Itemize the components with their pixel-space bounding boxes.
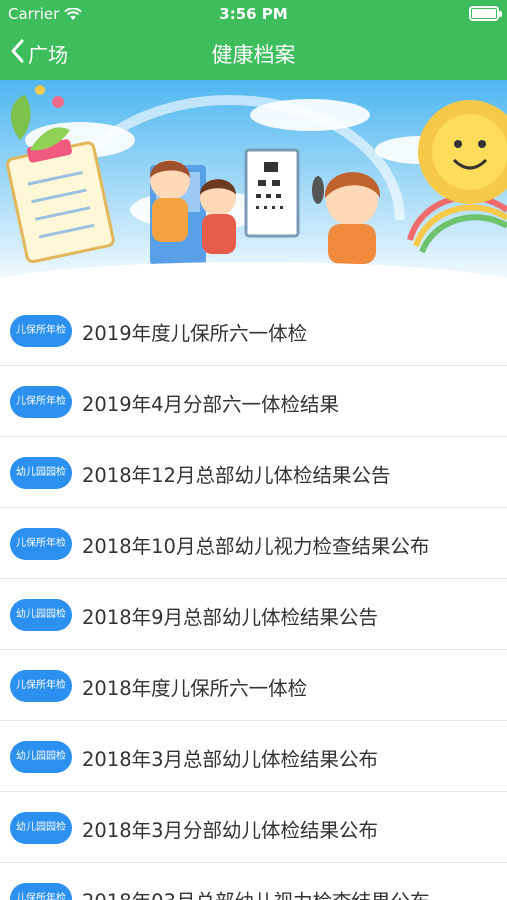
category-badge: 幼儿园园检: [10, 741, 72, 773]
record-title: 2018年03月总部幼儿视力检查结果公布: [82, 885, 429, 900]
list-item[interactable]: 幼儿园园检 2018年9月总部幼儿体检结果公告: [0, 579, 507, 650]
list-item[interactable]: 儿保所年检 2019年度儿保所六一体检: [0, 295, 507, 366]
record-title: 2018年12月总部幼儿体检结果公告: [82, 464, 391, 487]
category-badge: 幼儿园园检: [10, 457, 72, 489]
category-badge: 儿保所年检: [10, 883, 72, 900]
record-title: 2018年9月总部幼儿体检结果公告: [82, 606, 379, 629]
category-badge: 儿保所年检: [10, 528, 72, 560]
record-title: 2018年10月总部幼儿视力检查结果公布: [82, 535, 430, 558]
record-title: 2018年3月分部幼儿体检结果公布: [82, 819, 379, 842]
record-title: 2019年4月分部六一体检结果: [82, 393, 340, 416]
list-item[interactable]: 儿保所年检 2019年4月分部六一体检结果: [0, 366, 507, 437]
category-badge: 儿保所年检: [10, 670, 72, 702]
list-item[interactable]: 儿保所年检 2018年10月总部幼儿视力检查结果公布: [0, 508, 507, 579]
banner-illustration: [0, 80, 507, 295]
category-badge: 幼儿园园检: [10, 812, 72, 844]
status-bar: Carrier 3:56 PM: [0, 0, 507, 28]
record-title: 2018年3月总部幼儿体检结果公布: [82, 748, 379, 771]
record-list: 儿保所年检 2019年度儿保所六一体检 儿保所年检 2019年4月分部六一体检结…: [0, 295, 507, 900]
app-header: Carrier 3:56 PM 广场 健康档案: [0, 0, 507, 80]
record-title: 2018年度儿保所六一体检: [82, 677, 308, 700]
list-item[interactable]: 幼儿园园检 2018年3月总部幼儿体检结果公布: [0, 721, 507, 792]
category-badge: 儿保所年检: [10, 386, 72, 418]
list-item[interactable]: 幼儿园园检 2018年12月总部幼儿体检结果公告: [0, 437, 507, 508]
battery-icon: [469, 6, 502, 21]
list-item[interactable]: 儿保所年检 2018年度儿保所六一体检: [0, 650, 507, 721]
category-badge: 幼儿园园检: [10, 599, 72, 631]
record-title: 2019年度儿保所六一体检: [82, 322, 308, 345]
nav-bar: 广场 健康档案: [0, 28, 507, 80]
list-item[interactable]: 儿保所年检 2018年03月总部幼儿视力检查结果公布: [0, 863, 507, 900]
category-badge: 儿保所年检: [10, 315, 72, 347]
page-title: 健康档案: [211, 43, 296, 67]
list-item[interactable]: 幼儿园园检 2018年3月分部幼儿体检结果公布: [0, 792, 507, 863]
status-time: 3:56 PM: [219, 5, 288, 23]
